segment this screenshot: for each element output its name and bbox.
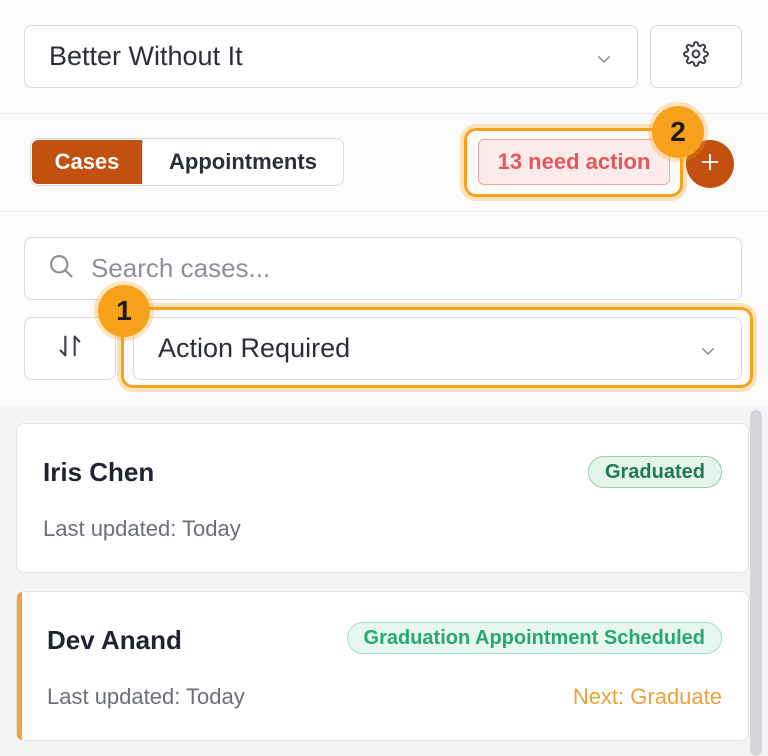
- attention-accent: [17, 592, 22, 740]
- case-name: Iris Chen: [43, 457, 155, 487]
- plus-icon: [699, 151, 721, 178]
- need-action-badge[interactable]: 13 need action: [478, 139, 670, 185]
- step-marker-1: 1: [98, 285, 150, 337]
- sort-arrows-icon: [56, 332, 84, 365]
- status-badge: Graduated: [587, 456, 722, 488]
- search-icon: [47, 252, 75, 285]
- case-name: Dev Anand: [47, 625, 182, 655]
- settings-button[interactable]: [650, 25, 742, 88]
- status-badge: Graduation Appointment Scheduled: [346, 622, 722, 654]
- case-card[interactable]: Dev Anand Graduation Appointment Schedul…: [16, 591, 749, 741]
- case-card[interactable]: Iris Chen Graduated Last updated: Today: [16, 423, 749, 573]
- view-tabs: Cases Appointments: [30, 138, 344, 186]
- header-divider: [0, 113, 768, 114]
- tab-appointments[interactable]: Appointments: [142, 139, 343, 185]
- program-select[interactable]: Better Without It: [24, 25, 638, 88]
- program-select-value: Better Without It: [49, 41, 243, 71]
- filter-select-value: Action Required: [158, 333, 351, 363]
- last-updated: Last updated: Today: [43, 516, 241, 541]
- search-input[interactable]: [91, 253, 719, 284]
- last-updated: Last updated: Today: [47, 684, 245, 709]
- step-marker-2: 2: [652, 106, 704, 158]
- tab-cases[interactable]: Cases: [32, 140, 142, 184]
- tabs-divider: [0, 211, 768, 212]
- next-step: Next: Graduate: [572, 684, 722, 709]
- gear-icon: [683, 41, 709, 72]
- case-list: Iris Chen Graduated Last updated: Today …: [0, 406, 768, 756]
- list-scrollbar[interactable]: [750, 410, 762, 756]
- chevron-down-icon: [699, 340, 717, 358]
- filter-select[interactable]: Action Required: [133, 317, 742, 380]
- chevron-down-icon: [595, 48, 613, 66]
